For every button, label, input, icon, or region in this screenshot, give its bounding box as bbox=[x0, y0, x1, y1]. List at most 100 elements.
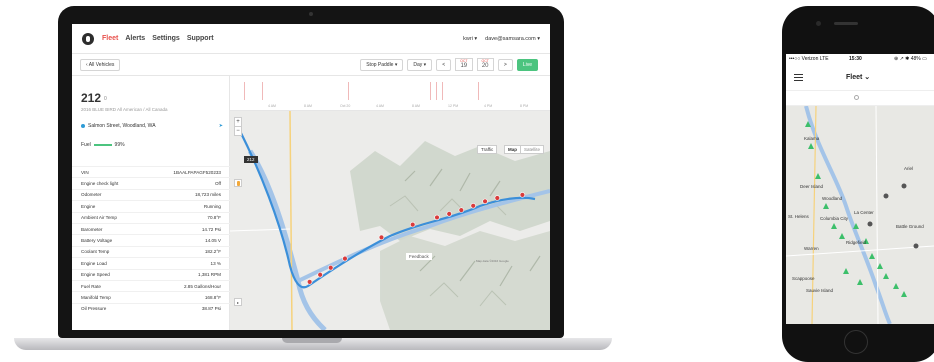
stop-marker[interactable] bbox=[378, 234, 385, 241]
phone-fleet-map[interactable]: Kalama Deer Island Woodland Columbia City St… bbox=[786, 106, 934, 324]
map-credit: Map data ©2016 Google bbox=[476, 259, 509, 263]
hamburger-menu-icon[interactable] bbox=[794, 73, 803, 81]
phone-title: Fleet bbox=[846, 74, 863, 81]
vehicle-marker-icon[interactable] bbox=[808, 143, 814, 149]
map-place-label: Sauvie Island bbox=[806, 288, 834, 293]
stat-key: Oil Pressure bbox=[81, 306, 107, 312]
nav-item-alerts[interactable]: Alerts bbox=[125, 35, 145, 42]
stop-marker[interactable] bbox=[434, 214, 440, 221]
search-icon bbox=[854, 95, 859, 100]
vehicle-marker-icon[interactable] bbox=[843, 268, 849, 274]
stop-marker[interactable] bbox=[519, 192, 526, 198]
stop-marker[interactable] bbox=[494, 195, 500, 201]
idle-vehicle-marker[interactable] bbox=[867, 221, 873, 227]
stat-value: Running bbox=[203, 203, 221, 209]
nav-item-fleet[interactable]: Fleet bbox=[102, 35, 118, 42]
zoom-out-button[interactable]: − bbox=[235, 126, 241, 135]
next-day-button[interactable]: > bbox=[497, 58, 513, 71]
stat-value: 2.85 Gallons/Hour bbox=[183, 283, 221, 289]
phone-status-bar: •••○○ Verizon LTE 15:30 ⊕ ↗ ✱ 48% ▭ bbox=[786, 54, 934, 64]
stat-value: Off bbox=[214, 181, 221, 187]
map-place-label: Warren bbox=[804, 246, 819, 251]
timeline-event-marker[interactable] bbox=[348, 82, 349, 100]
map-feedback-link[interactable]: Feedback bbox=[406, 253, 432, 260]
stat-row: Odometer 18,723 miles bbox=[72, 188, 230, 200]
stop-marker[interactable] bbox=[328, 265, 334, 271]
date-range-end[interactable]: OCT 20 bbox=[476, 57, 494, 72]
stat-row: Oil Pressure 38.87 Psi bbox=[72, 302, 230, 314]
stop-marker[interactable] bbox=[306, 279, 313, 285]
timeline-event-marker[interactable] bbox=[478, 82, 479, 100]
stat-row: Barometer 14.72 Psi bbox=[72, 222, 230, 234]
vehicle-marker-icon[interactable] bbox=[823, 203, 829, 209]
stat-key: Odometer bbox=[81, 192, 102, 198]
timeline-tick-label: Oct 20 bbox=[340, 104, 351, 108]
vehicle-marker-icon[interactable] bbox=[869, 253, 875, 259]
vehicle-marker-icon[interactable] bbox=[839, 233, 845, 239]
vehicle-marker-icon[interactable] bbox=[901, 291, 907, 297]
stat-row: Engine check light Off bbox=[72, 177, 230, 188]
vehicle-marker-icon[interactable] bbox=[831, 223, 837, 229]
vehicle-location-row[interactable]: Salmon Street, Woodland, WA ➤ bbox=[81, 123, 223, 129]
stat-value: 13 % bbox=[210, 260, 221, 266]
stop-paddle-dropdown[interactable]: Stop Paddle ▾ bbox=[360, 58, 404, 71]
timeline-event-marker[interactable] bbox=[262, 82, 263, 100]
stop-marker[interactable] bbox=[458, 207, 464, 213]
prev-day-button[interactable]: < bbox=[436, 58, 452, 71]
vehicle-marker-icon[interactable] bbox=[857, 279, 863, 285]
timeline-event-marker[interactable] bbox=[436, 82, 437, 100]
locate-arrow-icon[interactable]: ➤ bbox=[219, 123, 223, 129]
stat-row: Ambient Air Temp 70.8°F bbox=[72, 211, 230, 223]
idle-vehicle-marker[interactable] bbox=[901, 183, 907, 189]
vehicle-marker-icon[interactable] bbox=[883, 273, 889, 279]
stop-marker[interactable] bbox=[409, 221, 416, 228]
zoom-in-button[interactable]: + bbox=[235, 118, 241, 126]
day-dropdown[interactable]: Day ▾ bbox=[407, 58, 433, 71]
stat-key: Barometer bbox=[81, 226, 103, 232]
street-view-pegman-icon[interactable] bbox=[234, 179, 242, 187]
stop-marker[interactable] bbox=[470, 203, 476, 209]
live-button[interactable]: Live bbox=[516, 58, 538, 71]
org-selector[interactable]: kwri ▾ bbox=[463, 36, 477, 42]
stop-marker[interactable] bbox=[317, 272, 323, 278]
timeline-event-marker[interactable] bbox=[442, 82, 443, 100]
timeline-event-marker[interactable] bbox=[430, 82, 431, 100]
timeline-tick-label: 4 AM bbox=[376, 104, 384, 108]
traffic-toggle[interactable]: Traffic bbox=[477, 145, 498, 154]
activity-timeline[interactable]: 4 AM 8 AM Oct 20 4 AM 8 AM 12 PM 4 PM 8 PM bbox=[230, 76, 550, 111]
vehicle-marker-icon[interactable] bbox=[893, 283, 899, 289]
stat-value: 38.87 Psi bbox=[201, 306, 221, 312]
map-type-map[interactable]: Map bbox=[505, 146, 520, 153]
map-place-label: Ridgefield bbox=[846, 240, 867, 245]
map-place-label: Ariel bbox=[904, 166, 914, 171]
stat-row: Engine Load 13 % bbox=[72, 257, 230, 268]
stat-value: 1,381 RPM bbox=[198, 272, 221, 278]
map-type-satellite[interactable]: Satellite bbox=[520, 146, 543, 153]
stop-marker[interactable] bbox=[482, 198, 488, 205]
nav-item-settings[interactable]: Settings bbox=[152, 35, 180, 42]
phone-time: 15:30 bbox=[849, 56, 862, 62]
map-place-label: La Center bbox=[854, 210, 874, 215]
user-menu[interactable]: dave@samsara.com ▾ bbox=[485, 36, 540, 42]
nav-item-support[interactable]: Support bbox=[187, 35, 214, 42]
date-range-start[interactable]: OCT 19 bbox=[455, 57, 473, 72]
map-layer-toggle[interactable]: ▸ bbox=[234, 298, 242, 306]
timeline-event-marker[interactable] bbox=[244, 82, 245, 100]
phone-title-dropdown[interactable]: Fleet ⌄ bbox=[846, 73, 870, 81]
stat-key: VIN bbox=[81, 169, 89, 175]
stop-paddle-label: Stop Paddle bbox=[366, 61, 394, 68]
map-place-label: Deer Island bbox=[800, 184, 824, 189]
phone-search-bar[interactable] bbox=[786, 90, 934, 106]
vehicle-route-map[interactable]: + − ▸ Traffic Map Satellite bbox=[230, 111, 550, 330]
vehicle-marker-icon[interactable] bbox=[815, 173, 821, 179]
stop-marker[interactable] bbox=[342, 255, 348, 262]
vehicle-id: 212 bbox=[81, 91, 102, 105]
idle-vehicle-marker[interactable] bbox=[883, 193, 889, 199]
back-to-vehicles-button[interactable]: ‹ All Vehicles bbox=[80, 58, 121, 71]
timeline-tick-label: 8 AM bbox=[412, 104, 420, 108]
map-place-label: Battle Ground bbox=[896, 224, 924, 229]
map-canvas bbox=[230, 111, 550, 330]
idle-vehicle-marker[interactable] bbox=[913, 243, 919, 249]
stat-key: Fuel Rate bbox=[81, 283, 101, 289]
stop-marker[interactable] bbox=[446, 211, 452, 217]
